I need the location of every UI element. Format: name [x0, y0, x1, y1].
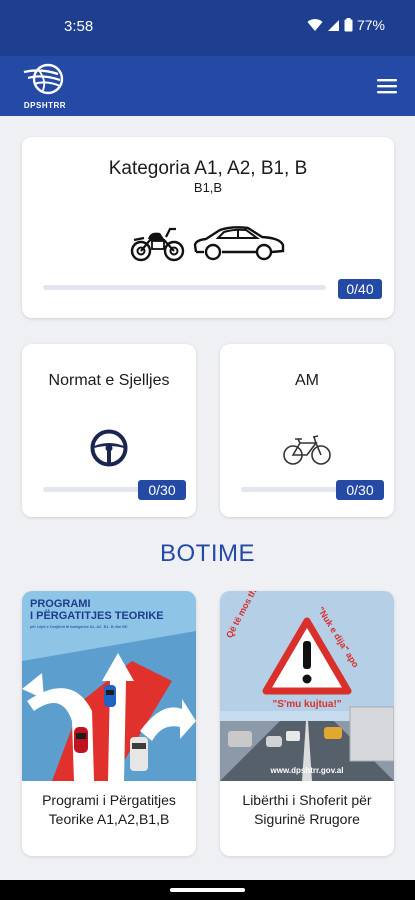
app-bar: DPSHTRR	[0, 56, 415, 116]
progress-bar	[43, 285, 326, 290]
cell-signal-icon	[327, 19, 339, 31]
publication-card-liberthi[interactable]: Që të mos thuash: "Nuk e dija" apo "S'mu…	[220, 591, 394, 856]
category-card-am[interactable]: AM 0/30	[220, 344, 394, 517]
battery-percent: 77%	[356, 17, 385, 33]
progress-badge: 0/40	[338, 279, 382, 299]
bicycle-icon	[283, 435, 331, 465]
publication-caption: Programi i Përgatitjes Teorike A1,A2,B1,…	[42, 792, 176, 827]
logo-icon	[23, 63, 64, 95]
battery-icon	[344, 18, 353, 32]
category-title: AM	[295, 372, 319, 389]
cover-small-text: për Lejet e Drejtimit të kategorive A1, …	[30, 624, 128, 629]
logo-text: DPSHTRR	[23, 101, 67, 110]
publication-card-programi[interactable]: PROGRAMI I PËRGATITJES TEORIKE për Lejet…	[22, 591, 196, 856]
progress-bar	[43, 487, 150, 492]
status-icons: 77%	[307, 17, 385, 33]
status-bar: 3:58 77%	[0, 0, 415, 56]
book-cover-programi: PROGRAMI I PËRGATITJES TEORIKE për Lejet…	[22, 591, 196, 781]
category-card-normat[interactable]: Normat e Sjelljes 0/30	[22, 344, 196, 517]
category-subtitle: B1,B	[193, 180, 223, 195]
category-card-main[interactable]: Kategoria A1, A2, B1, B B1,B 0/40	[22, 137, 394, 318]
progress-badge: 0/30	[138, 480, 186, 500]
category-title: Kategoria A1, A2, B1, B	[108, 158, 308, 179]
category-title: Normat e Sjelljes	[48, 372, 170, 389]
hamburger-menu-icon[interactable]	[375, 74, 399, 98]
progress-bar	[241, 487, 348, 492]
cover-quote2: "S'mu kujtua!"	[272, 699, 342, 710]
system-nav-bar	[0, 880, 415, 900]
cover-title-line2: I PËRGATITJES TEORIKE	[30, 610, 164, 622]
book-cover-liberthi: Që të mos thuash: "Nuk e dija" apo "S'mu…	[220, 591, 394, 781]
dpshtrr-logo[interactable]: DPSHTRR	[20, 62, 70, 110]
section-title-botime: BOTIME	[159, 540, 255, 567]
steering-wheel-icon	[90, 429, 128, 467]
wifi-icon	[307, 19, 323, 31]
cover-title-line1: PROGRAMI	[30, 598, 91, 610]
publication-caption: Libërthi i Shoferit për Sigurinë Rrugore	[242, 792, 372, 827]
motorcycle-icon	[130, 227, 185, 262]
car-icon	[193, 226, 285, 261]
home-gesture-pill[interactable]	[170, 888, 245, 892]
status-time: 3:58	[64, 18, 94, 35]
cover-url: www.dpshtrr.gov.al	[270, 766, 344, 775]
progress-badge: 0/30	[336, 480, 384, 500]
